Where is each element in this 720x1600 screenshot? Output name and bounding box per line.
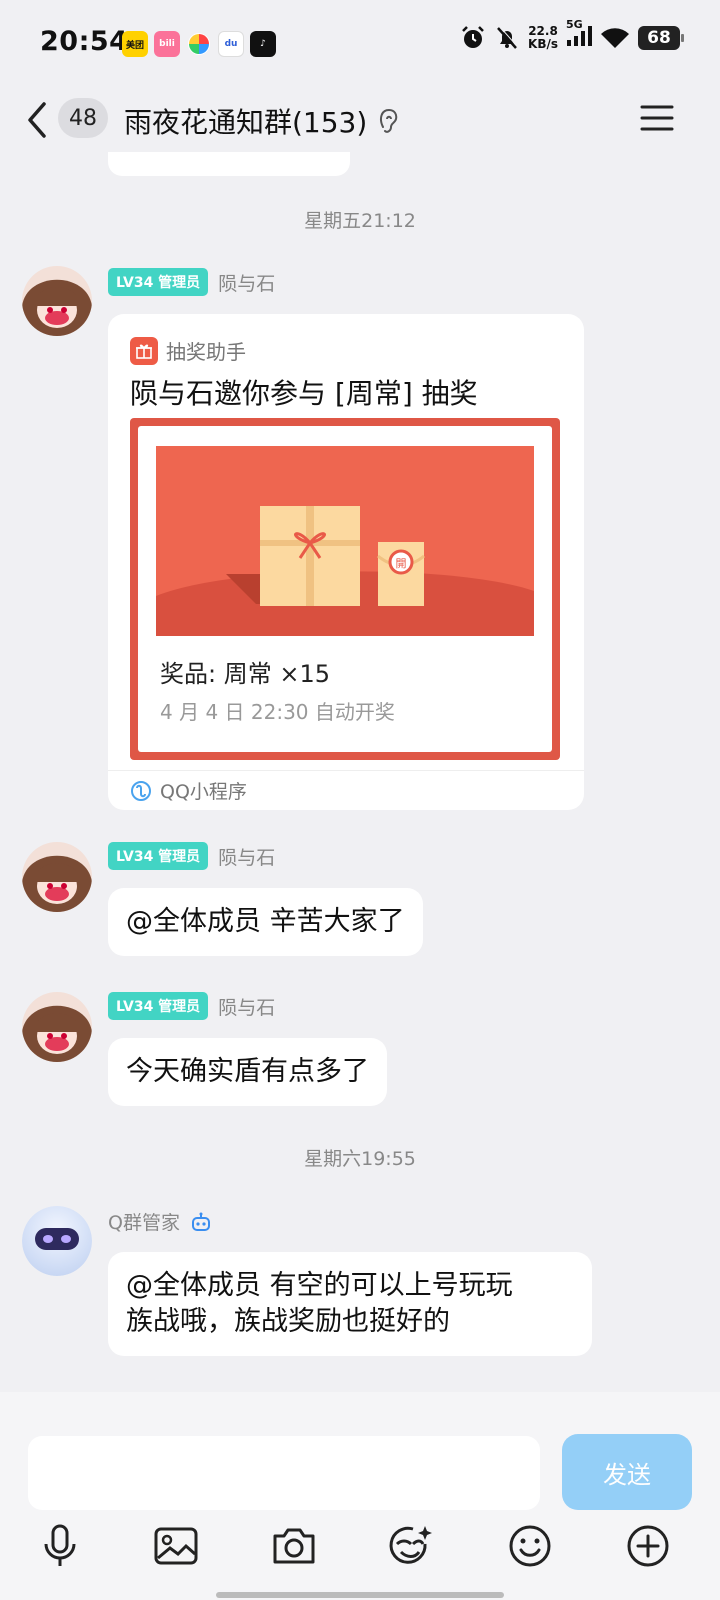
lottery-mini-program-card[interactable]: 抽奖助手 陨与石邀你参与 [周常] 抽奖 開 奖品: 周常 ×15 4 月 4 … [108,314,584,810]
timestamp: 星期五21:12 [304,210,416,232]
composer-toolbar [0,1522,720,1582]
avatar[interactable] [22,992,92,1062]
card-footer-label: QQ小程序 [160,781,247,803]
menu-button[interactable] [640,104,674,132]
message-input[interactable] [28,1436,540,1510]
system-indicators: 22.8 KB/s 5G 68 [460,18,684,52]
network-speed: 22.8 KB/s [528,25,558,51]
chat-list[interactable]: 星期五21:12 LV34 管理员 陨与石 抽奖助手 陨与石邀你参与 [周常] … [0,152,720,1392]
group-title[interactable]: 雨夜花通知群(153) [124,101,399,141]
photo-button[interactable] [152,1522,200,1570]
card-title: 陨与石邀你参与 [周常] 抽奖 [130,377,478,410]
timestamp: 星期六19:55 [304,1148,416,1170]
camera-button[interactable] [270,1522,318,1570]
voice-button[interactable] [36,1522,84,1570]
sticker-button[interactable] [386,1522,434,1570]
unread-count-badge[interactable]: 48 [58,98,108,138]
card-footer: QQ小程序 [108,770,584,810]
group-title-text: 雨夜花通知群(153) [124,106,368,139]
status-bar: 20:54 美团 bili du ♪ 22.8 KB/s 5G 68 [0,0,720,88]
signal-icon: 5G [566,18,592,52]
bot-avatar[interactable] [22,1206,92,1276]
message-line: 族战哦，族战奖励也挺好的 [126,1306,450,1337]
robot-icon [191,1212,210,1231]
message-meta: LV34 管理员 陨与石 [108,268,275,296]
clock: 20:54 [40,26,129,57]
mini-program-icon [131,780,151,801]
level-badge: LV34 管理员 [108,842,209,870]
battery-indicator: 68 [638,26,684,50]
microphone-icon [44,1524,76,1566]
draw-time-text: 4 月 4 日 22:30 自动开奖 [160,700,395,724]
more-button[interactable] [624,1522,672,1570]
image-icon [154,1527,198,1565]
chat-header: 48 雨夜花通知群(153) [0,88,720,152]
message-meta: LV34 管理员 陨与石 [108,842,275,870]
svg-text:開: 開 [396,557,407,570]
avatar[interactable] [22,842,92,912]
sender-name[interactable]: Q群管家 [108,1208,180,1235]
level-badge: LV34 管理员 [108,992,209,1020]
face-sparkle-icon [389,1526,432,1564]
lottery-panel: 開 奖品: 周常 ×15 4 月 4 日 22:30 自动开奖 [130,418,560,760]
previous-message-bubble[interactable] [108,152,350,176]
notification-app-icons: 美团 bili du ♪ [122,31,276,57]
send-button[interactable]: 发送 [562,1434,692,1510]
hamburger-icon [640,105,674,131]
prize-text: 奖品: 周常 ×15 [160,660,330,688]
chevron-left-icon [28,102,46,138]
sender-name[interactable]: 陨与石 [218,993,275,1020]
message-meta: Q群管家 [108,1208,212,1235]
home-indicator[interactable] [216,1592,504,1598]
wifi-icon [601,28,629,48]
card-app-name: 抽奖助手 [166,340,246,364]
sender-name[interactable]: 陨与石 [218,843,275,870]
baidu-icon: du [218,31,244,57]
message-meta: LV34 管理员 陨与石 [108,992,275,1020]
bilibili-icon: bili [154,31,180,57]
alarm-icon [462,26,484,48]
plus-circle-icon [627,1525,669,1567]
pinwheel-icon [186,31,212,57]
ear-icon [380,108,398,133]
message-bubble[interactable]: 今天确实盾有点多了 [108,1038,387,1106]
gift-illustration: 開 [156,446,534,636]
sender-name[interactable]: 陨与石 [218,269,275,296]
message-bubble[interactable]: @全体成员 辛苦大家了 [108,888,423,956]
smiley-icon [509,1525,551,1567]
gift-icon [130,336,158,365]
network-type: 5G [566,18,583,31]
tiktok-icon: ♪ [250,31,276,57]
emoji-button[interactable] [506,1522,554,1570]
avatar[interactable] [22,266,92,336]
card-app-header: 抽奖助手 [130,336,246,365]
camera-icon [273,1528,315,1564]
composer: 发送 [0,1392,720,1600]
meituan-icon: 美团 [122,31,148,57]
network-speed-unit: KB/s [528,37,558,51]
mute-bell-icon [497,26,518,49]
message-bubble[interactable]: @全体成员 有空的可以上号玩玩 族战哦，族战奖励也挺好的 [108,1252,592,1356]
message-line: @全体成员 有空的可以上号玩玩 [126,1270,513,1301]
level-badge: LV34 管理员 [108,268,209,296]
back-button[interactable] [22,98,54,142]
